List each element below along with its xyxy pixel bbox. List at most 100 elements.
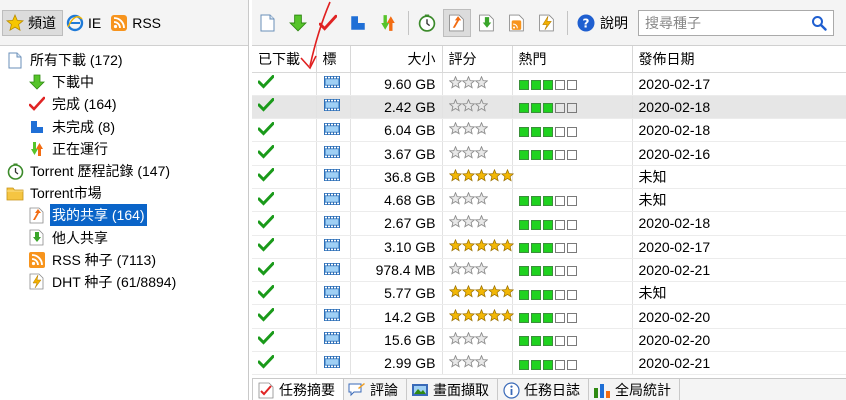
tree-dht-seeds[interactable]: DHT 种子 (61/8894) <box>0 271 248 293</box>
folder-icon <box>6 184 24 202</box>
comment-icon <box>348 381 366 399</box>
col-rating[interactable]: 評分 <box>442 46 513 73</box>
col-downloaded[interactable]: 已下載 <box>252 46 317 73</box>
table-row[interactable]: 3.10 GB 2020-02-17 <box>252 235 846 259</box>
check-icon <box>257 238 275 252</box>
heat-block-on <box>530 243 541 254</box>
heat-block-off <box>554 289 565 300</box>
table-row[interactable]: 2.67 GB 2020-02-18 <box>252 211 846 236</box>
table-row[interactable]: 9.60 GB 2020-02-17 <box>252 72 846 96</box>
download-arrow-icon <box>289 14 307 32</box>
heat-block-on <box>542 289 553 300</box>
task-rows: 9.60 GB 2020-02-17 2.42 GB 2020-02-18 6.04 G… <box>252 72 846 376</box>
tag-cell <box>316 141 351 166</box>
col-tag[interactable]: 標 <box>316 46 351 73</box>
col-hot[interactable]: 熱門 <box>512 46 633 73</box>
date-cell: 2020-02-21 <box>632 351 846 376</box>
check-icon <box>257 354 275 369</box>
film-icon <box>323 169 340 182</box>
table-row[interactable]: 5.77 GB 未知 <box>252 281 846 306</box>
rss-icon <box>110 14 128 32</box>
heat-meter <box>518 149 577 160</box>
rss-seeds-button[interactable] <box>503 9 531 37</box>
size-cell: 3.10 GB <box>350 235 443 259</box>
tree-incomplete[interactable]: 未完成 (8) <box>0 116 248 138</box>
heat-block-off <box>554 103 565 114</box>
tab-global-stats-label: 全局統計 <box>615 382 671 398</box>
tab-comments-label: 評論 <box>370 382 398 398</box>
date-cell: 2020-02-17 <box>632 235 846 259</box>
table-row[interactable]: 6.04 GB 2020-02-18 <box>252 118 846 143</box>
table-row[interactable]: 36.8 GB 未知 <box>252 165 846 189</box>
hot-cell <box>512 141 633 166</box>
downloaded-cell <box>252 165 317 189</box>
tree-my-shares[interactable]: 我的共享 (164) <box>0 204 248 227</box>
table-row[interactable]: 2.99 GB 2020-02-21 <box>252 351 846 376</box>
tree-completed[interactable]: 完成 (164) <box>0 93 248 115</box>
star-empty-icon <box>474 215 488 230</box>
heat-block-on <box>530 126 541 137</box>
table-row[interactable]: 2.42 GB 2020-02-18 <box>252 95 846 120</box>
check-icon <box>257 191 275 206</box>
heat-meter <box>518 266 577 277</box>
tree-running[interactable]: 正在運行 <box>0 138 248 160</box>
tab-rss[interactable]: RSS <box>107 10 167 36</box>
tab-global-stats[interactable]: 全局統計 <box>589 379 680 400</box>
star-filled-icon <box>500 308 514 324</box>
heat-block-on <box>542 79 553 90</box>
dht-seeds-button[interactable] <box>533 9 561 37</box>
download-button[interactable] <box>284 9 312 37</box>
others-shares-button[interactable] <box>473 9 501 37</box>
my-shares-button[interactable] <box>443 8 471 37</box>
tree-all-downloads[interactable]: 所有下載 (172) <box>0 49 248 71</box>
search-icon[interactable] <box>811 15 827 31</box>
tab-comments[interactable]: 評論 <box>344 379 407 400</box>
table-row[interactable]: 978.4 MB 2020-02-21 <box>252 258 846 283</box>
heat-block-on <box>518 79 529 90</box>
tree-history[interactable]: Torrent 歷程記錄 (147) <box>0 160 248 182</box>
tree-running-label: 正在運行 <box>52 140 108 157</box>
star-empty-icon <box>448 75 462 91</box>
date-cell: 2020-02-21 <box>632 258 846 283</box>
tree-my-shares-label: 我的共享 (164) <box>50 204 147 227</box>
summary-icon <box>257 381 275 399</box>
hot-cell <box>512 95 633 120</box>
table-row[interactable]: 14.2 GB 2020-02-20 <box>252 304 846 329</box>
star-empty-icon <box>448 121 462 137</box>
rss-feed-icon <box>509 14 524 31</box>
size-cell: 2.42 GB <box>350 95 443 120</box>
completed-filter-button[interactable] <box>314 9 342 37</box>
heat-block-on <box>518 336 529 347</box>
tree-market[interactable]: Torrent市場 <box>0 182 248 204</box>
tag-cell <box>316 304 351 329</box>
history-button[interactable] <box>413 9 441 37</box>
tree-rss-seeds[interactable]: RSS 种子 (7113) <box>0 249 248 271</box>
running-filter-button[interactable] <box>374 9 402 37</box>
tab-summary[interactable]: 任務摘要 <box>252 379 344 400</box>
help-button[interactable]: ? 說明 <box>576 13 628 33</box>
search-input[interactable] <box>645 14 805 31</box>
col-size[interactable]: 大小 <box>350 46 443 73</box>
star-filled-icon <box>487 238 501 254</box>
tab-channels[interactable]: 頻道 <box>2 9 63 36</box>
rating-cell <box>442 211 513 236</box>
new-task-button[interactable] <box>254 9 282 37</box>
heat-block-off <box>566 336 577 347</box>
heat-block-on <box>542 359 553 370</box>
downloaded-cell <box>252 235 317 259</box>
table-row[interactable]: 3.67 GB 2020-02-16 <box>252 141 846 166</box>
tree-downloading[interactable]: 下載中 <box>0 71 248 93</box>
tab-task-log[interactable]: 任務日誌 <box>498 379 589 400</box>
incomplete-filter-button[interactable] <box>344 9 372 37</box>
col-date[interactable]: 發佈日期 <box>632 46 846 73</box>
table-row[interactable]: 4.68 GB 未知 <box>252 188 846 213</box>
tab-ie[interactable]: IE <box>63 10 107 36</box>
heat-meter <box>518 196 577 207</box>
tab-screenshots[interactable]: 畫面擷取 <box>407 379 498 400</box>
hot-cell <box>512 281 633 306</box>
film-icon <box>323 239 340 252</box>
tree-others-shares[interactable]: 他人共享 <box>0 227 248 249</box>
toolbar: ? 說明 <box>252 0 846 46</box>
table-row[interactable]: 15.6 GB 2020-02-20 <box>252 328 846 353</box>
stats-icon <box>593 381 611 399</box>
